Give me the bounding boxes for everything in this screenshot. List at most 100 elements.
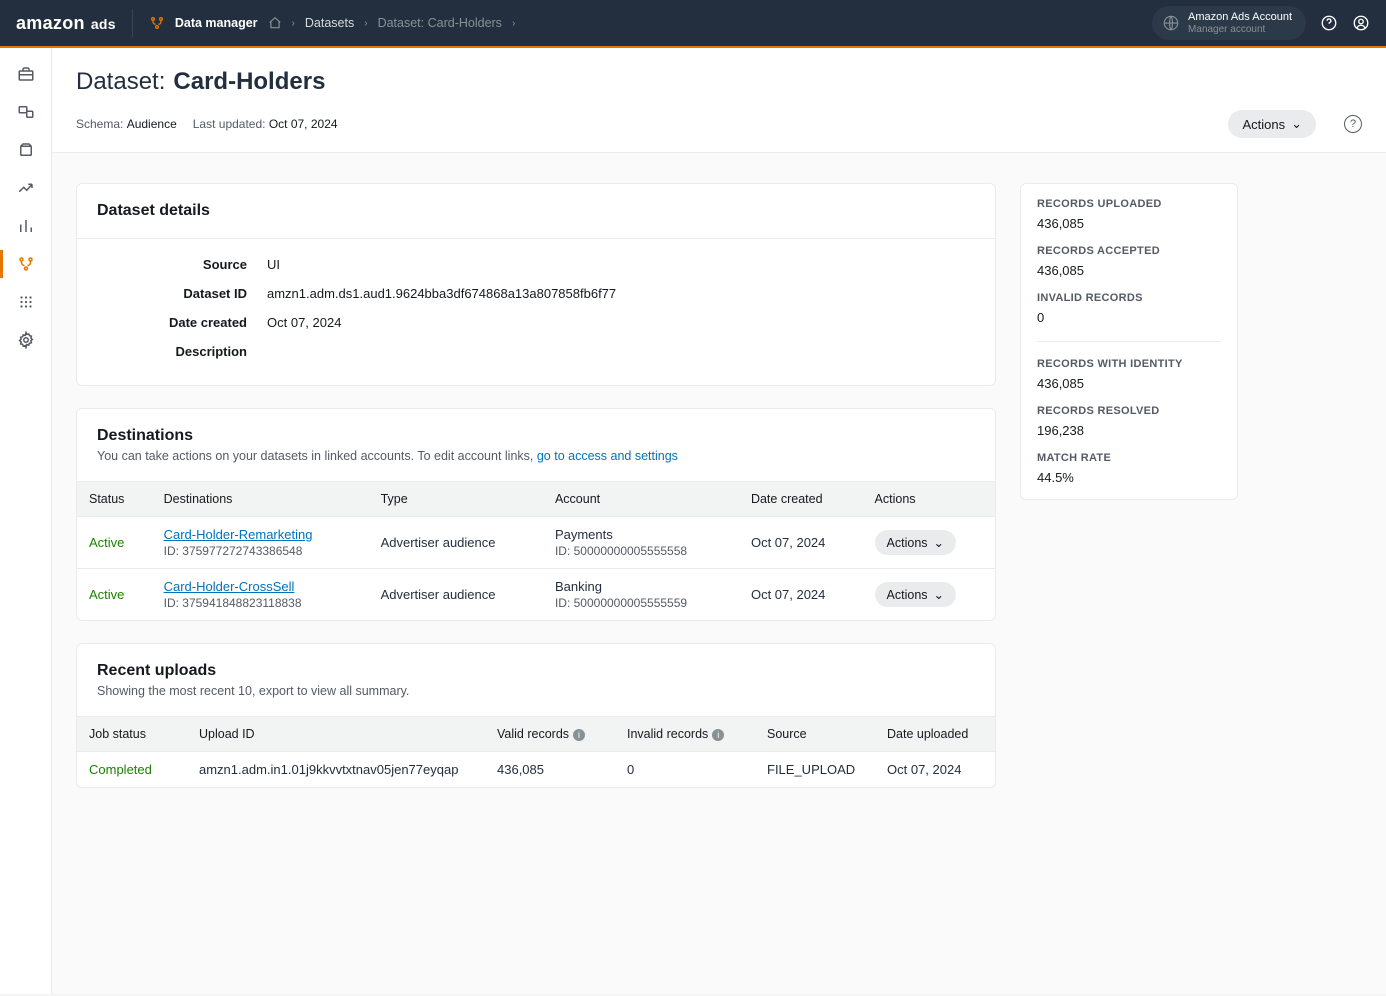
header-divider — [132, 9, 133, 37]
col-job-status: Job status — [77, 717, 187, 752]
chevron-right-icon: › — [364, 18, 367, 29]
sidebar-item-briefcase[interactable] — [16, 64, 36, 84]
col-created: Date created — [739, 482, 863, 517]
stat-resolved-value: 196,238 — [1037, 423, 1221, 438]
actions-cell: Actions ⌄ — [863, 569, 995, 621]
sidebar-item-trends[interactable] — [16, 178, 36, 198]
col-type: Type — [369, 482, 543, 517]
info-icon[interactable]: i — [573, 729, 585, 741]
user-icon[interactable] — [1352, 14, 1370, 32]
row-actions-button[interactable]: Actions ⌄ — [875, 530, 956, 555]
detail-desc-label: Description — [97, 344, 267, 359]
destinations-subtext: You can take actions on your datasets in… — [97, 449, 537, 463]
top-header: amazon ads Data manager › Datasets › Dat… — [0, 0, 1386, 48]
updated-label: Last updated: — [193, 117, 266, 131]
stat-invalid-label: Invalid Records — [1037, 292, 1221, 304]
type-cell: Advertiser audience — [369, 517, 543, 569]
destinations-table: Status Destinations Type Account Date cr… — [77, 481, 995, 620]
sidebar-item-settings[interactable] — [16, 330, 36, 350]
col-valid-records: Valid records — [497, 727, 569, 741]
job-status-cell: Completed — [77, 752, 187, 788]
info-icon[interactable]: i — [712, 729, 724, 741]
col-actions: Actions — [863, 482, 995, 517]
page-actions-button[interactable]: Actions⌄ — [1228, 110, 1316, 138]
col-invalid-records: Invalid records — [627, 727, 708, 741]
status-cell: Active — [77, 517, 152, 569]
table-row: Completedamzn1.adm.in1.01j9kkvvtxtnav05j… — [77, 752, 995, 788]
home-icon[interactable] — [268, 16, 282, 30]
status-cell: Active — [77, 569, 152, 621]
col-date-uploaded: Date uploaded — [875, 717, 995, 752]
destination-link[interactable]: Card-Holder-Remarketing — [164, 527, 357, 542]
col-status: Status — [77, 482, 152, 517]
destinations-card: Destinations You can take actions on you… — [76, 408, 996, 621]
breadcrumb-datasets[interactable]: Datasets — [305, 16, 354, 30]
brand-logo[interactable]: amazon ads — [16, 13, 116, 34]
detail-desc-value — [267, 344, 975, 359]
uploads-heading: Recent uploads — [97, 662, 975, 680]
sidebar-item-media[interactable] — [16, 102, 36, 122]
uploads-subtext: Showing the most recent 10, export to vi… — [97, 684, 975, 698]
col-source: Source — [755, 717, 875, 752]
account-switcher[interactable]: Amazon Ads Account Manager account — [1152, 6, 1306, 39]
destination-cell: Card-Holder-Remarketing ID: 3759772727433… — [152, 517, 369, 569]
page-title-prefix: Dataset: — [76, 68, 165, 96]
uploads-table: Job status Upload ID Valid records i Inva… — [77, 716, 995, 787]
table-row: Active Card-Holder-CrossSell ID: 375941848… — [77, 569, 995, 621]
detail-id-label: Dataset ID — [97, 286, 267, 301]
sidebar-item-library[interactable] — [16, 140, 36, 160]
destination-link[interactable]: Card-Holder-CrossSell — [164, 579, 357, 594]
col-upload-id: Upload ID — [187, 717, 485, 752]
account-name: Amazon Ads Account — [1188, 11, 1292, 23]
help-icon[interactable] — [1320, 14, 1338, 32]
breadcrumb-current: Dataset: Card-Holders — [378, 16, 502, 30]
globe-icon — [1162, 14, 1180, 32]
brand-sub: ads — [91, 16, 116, 32]
date-cell: Oct 07, 2024 — [875, 752, 995, 788]
breadcrumb-data-manager[interactable]: Data manager — [175, 16, 258, 30]
updated-value: Oct 07, 2024 — [269, 117, 338, 131]
stat-match-label: Match Rate — [1037, 452, 1221, 464]
page-header: Dataset: Card-Holders Schema: Audience L… — [52, 48, 1386, 153]
detail-created-value: Oct 07, 2024 — [267, 315, 975, 330]
help-icon[interactable]: ? — [1344, 115, 1362, 133]
chevron-down-icon: ⌄ — [934, 535, 944, 550]
destination-id: ID: 375941848823118838 — [164, 596, 357, 610]
data-manager-icon — [149, 15, 165, 31]
main-content: Dataset: Card-Holders Schema: Audience L… — [52, 48, 1386, 994]
sidebar-item-reports[interactable] — [16, 216, 36, 236]
account-cell: BankingID: 50000000005555559 — [543, 569, 739, 621]
detail-source-value: UI — [267, 257, 975, 272]
destination-cell: Card-Holder-CrossSell ID: 375941848823118… — [152, 569, 369, 621]
source-cell: FILE_UPLOAD — [755, 752, 875, 788]
sidebar-item-apps[interactable] — [16, 292, 36, 312]
stat-accepted-label: Records Accepted — [1037, 245, 1221, 257]
stat-uploaded-value: 436,085 — [1037, 216, 1221, 231]
invalid-records-cell: 0 — [615, 752, 755, 788]
detail-source-label: Source — [97, 257, 267, 272]
chevron-right-icon: › — [292, 18, 295, 29]
brand-main: amazon — [16, 13, 85, 34]
destinations-settings-link[interactable]: go to access and settings — [537, 449, 678, 463]
detail-created-label: Date created — [97, 315, 267, 330]
destination-id: ID: 375977272743386548 — [164, 544, 357, 558]
sidebar-item-data-manager[interactable] — [16, 254, 36, 274]
page-title-name: Card-Holders — [173, 68, 325, 96]
schema-label: Schema: — [76, 117, 123, 131]
row-actions-button[interactable]: Actions ⌄ — [875, 582, 956, 607]
breadcrumb: Data manager › Datasets › Dataset: Card-… — [149, 15, 515, 31]
stat-accepted-value: 436,085 — [1037, 263, 1221, 278]
col-destinations: Destinations — [152, 482, 369, 517]
destinations-heading: Destinations — [97, 427, 975, 445]
created-cell: Oct 07, 2024 — [739, 517, 863, 569]
col-account: Account — [543, 482, 739, 517]
actions-label: Actions — [1242, 117, 1285, 132]
stat-invalid-value: 0 — [1037, 310, 1221, 325]
table-row: Active Card-Holder-Remarketing ID: 3759772… — [77, 517, 995, 569]
account-cell: PaymentsID: 50000000005555558 — [543, 517, 739, 569]
chevron-down-icon: ⌄ — [934, 587, 944, 602]
chevron-right-icon: › — [512, 18, 515, 29]
details-heading: Dataset details — [97, 202, 975, 220]
account-type: Manager account — [1188, 24, 1292, 35]
valid-records-cell: 436,085 — [485, 752, 615, 788]
